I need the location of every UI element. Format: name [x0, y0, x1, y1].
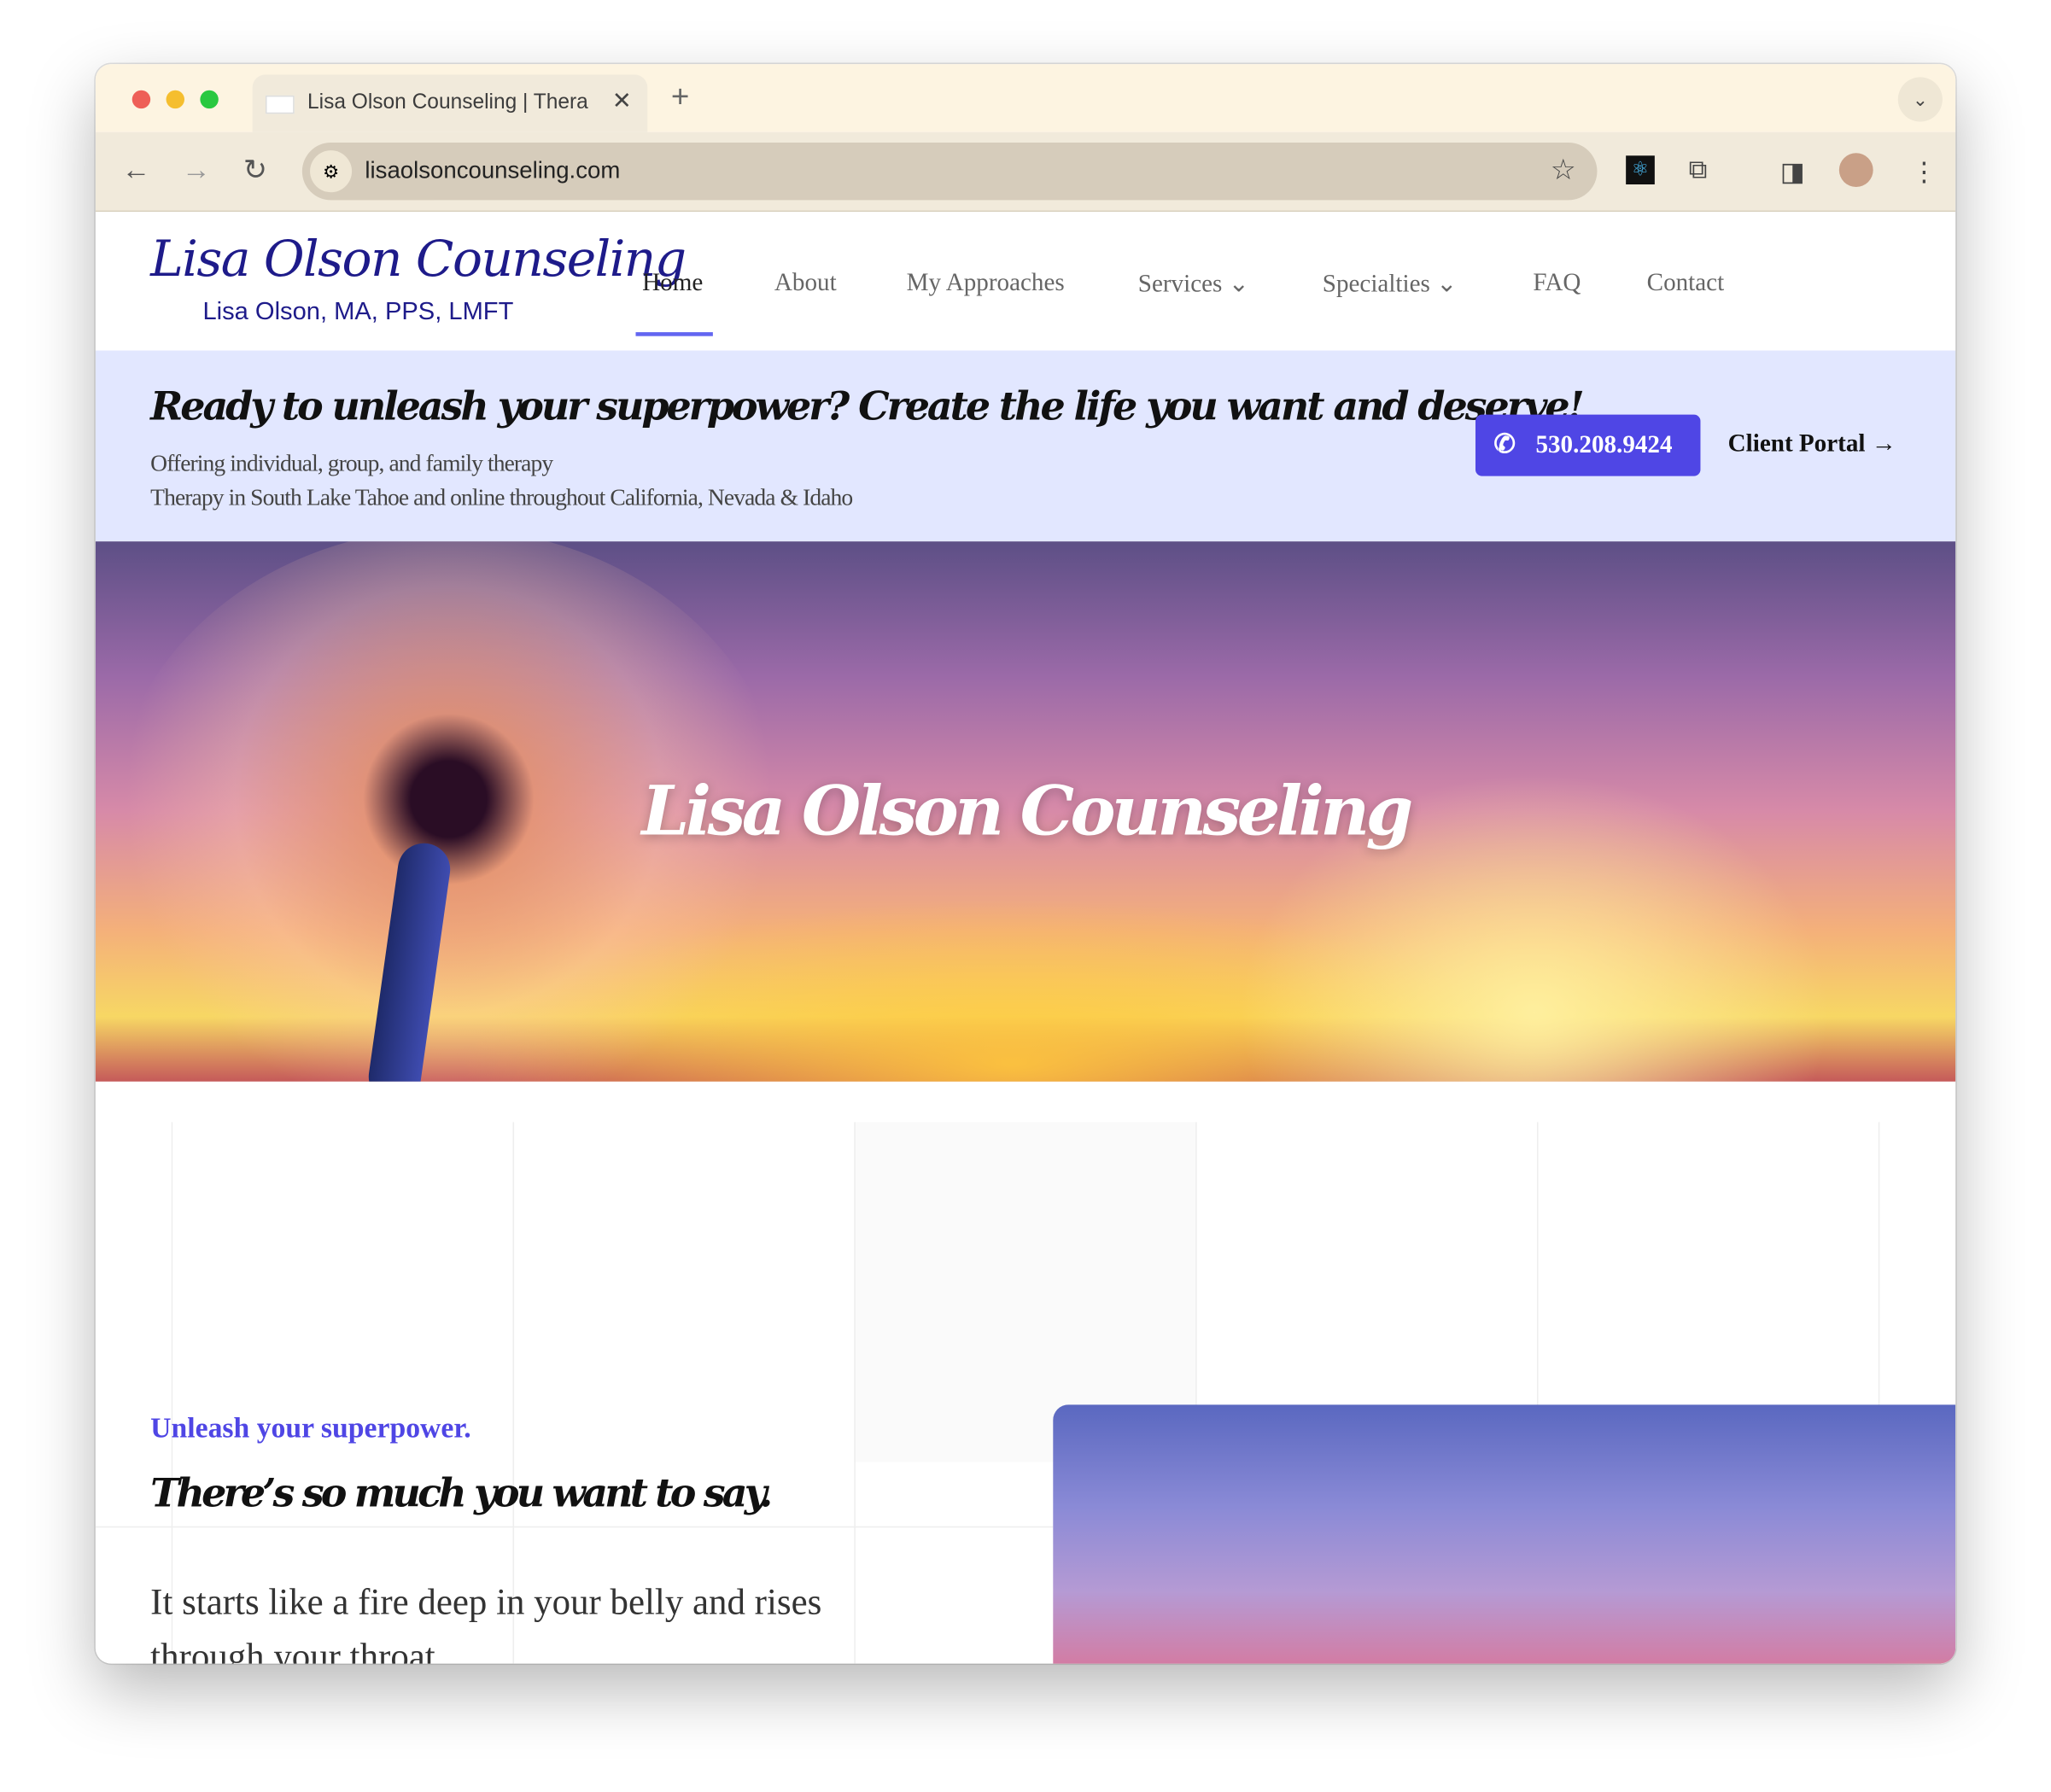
nav-specialties-label: Specialties — [1322, 271, 1430, 299]
phone-number: 530.208.9424 — [1535, 431, 1673, 459]
hero-banner: Lisa Olson Counseling — [95, 541, 1956, 1082]
react-devtools-icon[interactable]: ⚛ — [1626, 155, 1655, 184]
banner-services-text: Offering individual, group, and family t… — [150, 449, 553, 476]
side-panel-icon[interactable]: ◨ — [1780, 155, 1805, 188]
client-portal-link[interactable]: Client Portal → — [1728, 430, 1896, 459]
chevron-down-icon: ⌄ — [1436, 271, 1458, 299]
url-text: lisaolsoncounseling.com — [365, 156, 621, 184]
logo-subtitle: Lisa Olson, MA, PPS, LMFT — [202, 298, 514, 326]
nav-services[interactable]: Services ⌄ — [1138, 270, 1249, 300]
browser-tab[interactable]: Lisa Olson Counseling | Thera ✕ — [252, 74, 648, 132]
browser-window: Lisa Olson Counseling | Thera ✕ + ⌄ ← → … — [95, 64, 1956, 1664]
address-bar[interactable]: ⚙ lisaolsoncounseling.com ☆ — [301, 142, 1598, 201]
maximize-window-button[interactable] — [200, 90, 219, 109]
site-logo[interactable]: Lisa Olson Counseling — [150, 231, 687, 288]
section-heading: There’s so much you want to say. — [150, 1471, 773, 1518]
tab-title: Lisa Olson Counseling | Thera — [307, 91, 588, 114]
banner-location-text: Therapy in South Lake Tahoe and online t… — [150, 483, 853, 511]
section-paragraph: It starts like a fire deep in your belly… — [150, 1582, 822, 1664]
sunset-sky-image — [1053, 1404, 1956, 1664]
tab-bar: Lisa Olson Counseling | Thera ✕ + ⌄ — [95, 64, 1956, 132]
nav-home[interactable]: Home — [642, 270, 703, 299]
site-header: Lisa Olson Counseling Lisa Olson, MA, PP… — [95, 212, 1956, 351]
nav-specialties[interactable]: Specialties ⌄ — [1323, 270, 1458, 300]
hero-title: Lisa Olson Counseling — [641, 771, 1413, 852]
profile-avatar[interactable] — [1838, 153, 1873, 188]
grid-line — [95, 1526, 1054, 1528]
phone-icon: ✆ — [1493, 429, 1516, 459]
phone-button[interactable]: ✆ 530.208.9424 — [1475, 414, 1701, 476]
new-tab-icon[interactable]: + — [671, 79, 689, 116]
site-settings-icon[interactable]: ⚙ — [310, 150, 353, 193]
announcement-banner: Ready to unleash your superpower? Create… — [95, 350, 1956, 542]
intro-section: Unleash your superpower. There’s so much… — [95, 1081, 1956, 1664]
extensions-icon[interactable]: ⧉ — [1689, 155, 1708, 185]
favicon-icon — [265, 95, 295, 114]
nav-my-approaches[interactable]: My Approaches — [907, 270, 1065, 299]
bookmark-star-icon[interactable]: ☆ — [1551, 153, 1576, 187]
reload-icon[interactable]: ↻ — [243, 153, 267, 187]
close-tab-icon[interactable]: ✕ — [612, 88, 632, 115]
banner-tagline: Ready to unleash your superpower? Create… — [150, 384, 1585, 430]
nav-about[interactable]: About — [774, 270, 837, 299]
nav-faq[interactable]: FAQ — [1533, 270, 1581, 299]
browser-toolbar: ← → ↻ ⚙ lisaolsoncounseling.com ☆ ⚛ ⧉ ◨ … — [95, 131, 1956, 213]
nav-services-label: Services — [1137, 271, 1223, 299]
forward-icon[interactable]: → — [182, 153, 211, 187]
close-window-button[interactable] — [131, 90, 151, 109]
minimize-window-button[interactable] — [166, 90, 184, 109]
active-nav-indicator — [635, 332, 713, 336]
menu-kebab-icon[interactable]: ⋮ — [1911, 155, 1937, 188]
chevron-down-icon: ⌄ — [1228, 271, 1250, 299]
tab-search-chevron-icon[interactable]: ⌄ — [1897, 77, 1943, 122]
section-eyebrow: Unleash your superpower. — [150, 1410, 471, 1445]
nav-contact[interactable]: Contact — [1647, 270, 1725, 299]
back-icon[interactable]: ← — [121, 153, 150, 187]
